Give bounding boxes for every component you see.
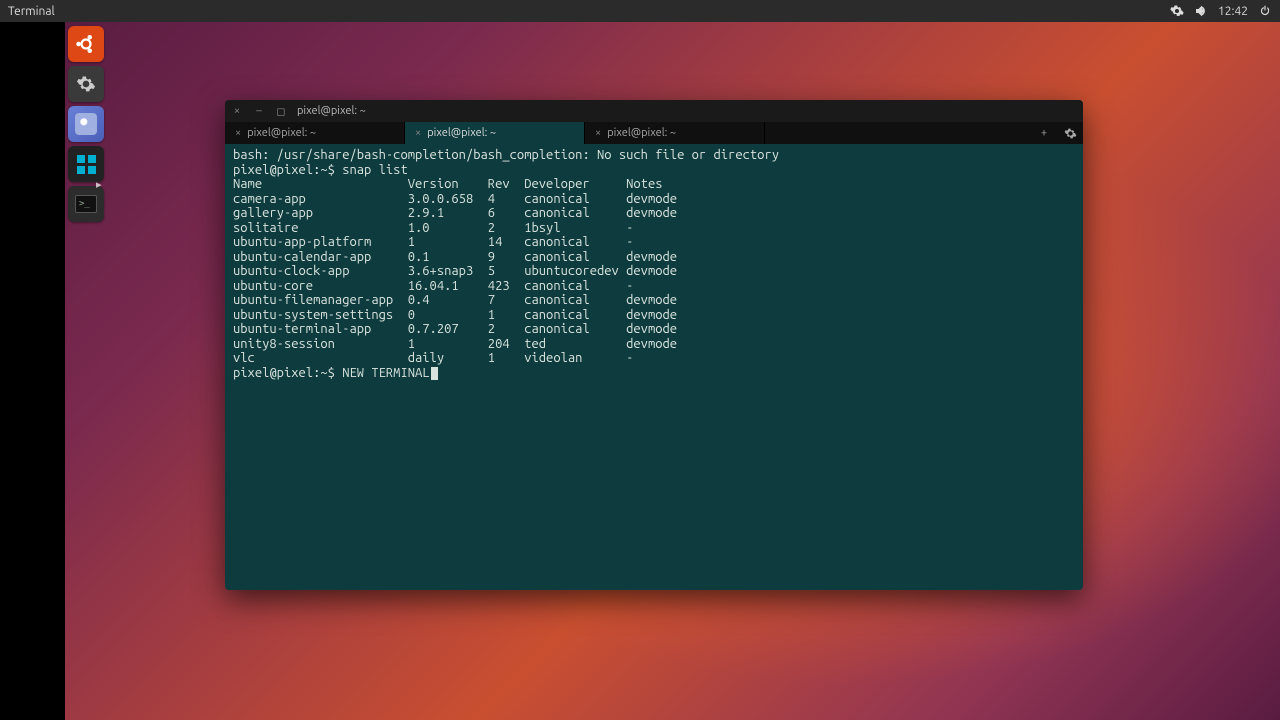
close-tab-icon[interactable]: × bbox=[415, 127, 421, 139]
terminal-window[interactable]: × – ◻ pixel@pixel: ~ × pixel@pixel: ~ × … bbox=[225, 100, 1083, 590]
close-tab-icon[interactable]: × bbox=[235, 127, 241, 139]
window-minimize-button[interactable]: – bbox=[253, 105, 265, 117]
terminal-tab-0[interactable]: × pixel@pixel: ~ bbox=[225, 122, 405, 144]
menubar-app-label: Terminal bbox=[8, 5, 55, 18]
window-maximize-button[interactable]: ◻ bbox=[275, 105, 287, 117]
terminal-tab-2[interactable]: × pixel@pixel: ~ bbox=[585, 122, 765, 144]
photo-icon bbox=[75, 113, 97, 135]
launcher-terminal[interactable] bbox=[68, 186, 104, 222]
menubar-clock[interactable]: 12:42 bbox=[1218, 5, 1248, 18]
window-close-button[interactable]: × bbox=[231, 105, 243, 117]
terminal-tab-label: pixel@pixel: ~ bbox=[247, 127, 316, 139]
launcher-photos[interactable] bbox=[68, 106, 104, 142]
terminal-settings-button[interactable] bbox=[1057, 122, 1083, 144]
terminal-icon bbox=[75, 195, 97, 213]
volume-icon[interactable] bbox=[1194, 4, 1208, 18]
top-menubar: Terminal 12:42 bbox=[0, 0, 1280, 22]
launcher-active-pip: ▸ bbox=[96, 178, 102, 191]
terminal-body[interactable]: bash: /usr/share/bash-completion/bash_co… bbox=[225, 144, 1083, 590]
session-menu-icon[interactable] bbox=[1258, 4, 1272, 18]
launcher-tiles-app[interactable] bbox=[68, 146, 104, 182]
terminal-tab-label: pixel@pixel: ~ bbox=[607, 127, 676, 139]
window-titlebar[interactable]: × – ◻ pixel@pixel: ~ bbox=[225, 100, 1083, 122]
terminal-cursor bbox=[431, 367, 438, 380]
terminal-tab-label: pixel@pixel: ~ bbox=[427, 127, 496, 139]
launcher-settings[interactable] bbox=[68, 66, 104, 102]
launcher-ubuntu-button[interactable] bbox=[68, 26, 104, 62]
letterbox-left bbox=[0, 22, 65, 720]
close-tab-icon[interactable]: × bbox=[595, 127, 601, 139]
window-title: pixel@pixel: ~ bbox=[297, 105, 366, 117]
new-tab-button[interactable]: + bbox=[1031, 122, 1057, 144]
terminal-tab-bar: × pixel@pixel: ~ × pixel@pixel: ~ × pixe… bbox=[225, 122, 1083, 144]
terminal-tab-1[interactable]: × pixel@pixel: ~ bbox=[405, 122, 585, 144]
gear-icon[interactable] bbox=[1170, 4, 1184, 18]
launcher-dock bbox=[65, 22, 107, 222]
